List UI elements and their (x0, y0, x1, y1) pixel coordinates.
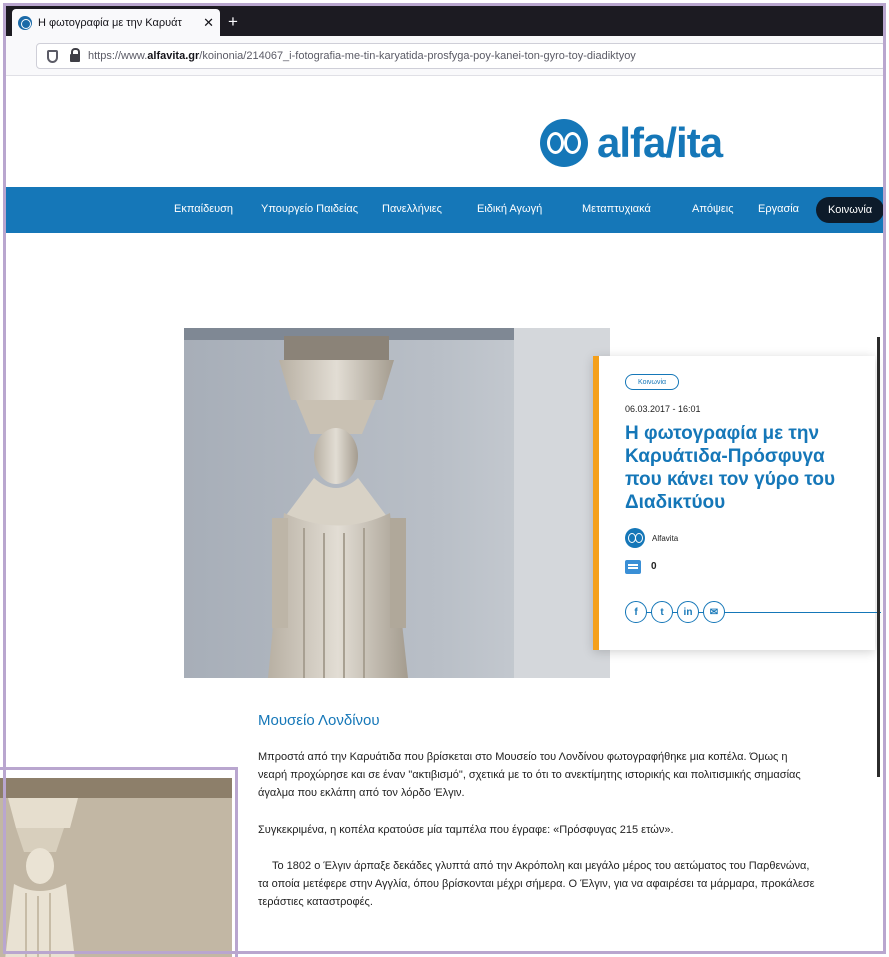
site-logo[interactable]: alfa/ita (540, 119, 723, 167)
author-avatar-icon[interactable] (625, 528, 645, 548)
close-tab-icon[interactable]: ✕ (203, 15, 214, 31)
main-navigation: Εκπαίδευση Υπουργείο Παιδείας Πανελλήνιε… (6, 187, 886, 233)
tab-title: Η φωτογραφία με την Καρυάτ (38, 16, 182, 29)
browser-tab[interactable]: Η φωτογραφία με την Καρυάτ ✕ (12, 9, 220, 36)
caryatid-photo (184, 328, 610, 678)
linkedin-share-icon[interactable]: in (677, 601, 699, 623)
category-badge[interactable]: Κοινωνία (625, 374, 680, 390)
article-paragraph-1: Μπροστά από την Καρυάτιδα που βρίσκεται … (258, 751, 801, 799)
article-header-card: Κοινωνία 06.03.2017 - 16:01 Η φωτογραφία… (593, 356, 881, 650)
logo-text: alfa/ita (597, 119, 723, 166)
site-header: alfa/ita (6, 77, 886, 187)
article-title: Η φωτογραφία με την Καρυάτιδα-Πρόσφυγα π… (625, 423, 836, 513)
nav-item-opinions[interactable]: Απόψεις (692, 203, 734, 215)
comment-icon[interactable] (625, 560, 641, 574)
email-share-icon[interactable]: ✉ (703, 601, 725, 623)
browser-nav-bar: https://www.alfavita.gr/koinonia/214067_… (6, 36, 886, 76)
browser-tab-bar: Η φωτογραφία με την Καρυάτ ✕ + (6, 6, 886, 36)
nav-item-society-active[interactable]: Κοινωνία (816, 197, 885, 223)
article-subheading: Μουσείο Λονδίνου (258, 712, 380, 729)
comment-count: 0 (651, 561, 657, 572)
lock-icon[interactable] (70, 48, 80, 62)
nav-item-panhellenic[interactable]: Πανελλήνιες (382, 203, 442, 215)
nav-item-work[interactable]: Εργασία (758, 203, 799, 215)
tracking-shield-icon[interactable] (47, 49, 58, 63)
owl-eyes-icon (540, 119, 588, 167)
nav-item-postgraduate[interactable]: Μεταπτυχιακά (582, 203, 651, 215)
article-paragraph-2: Συγκεκριμένα, η κοπέλα κρατούσε μία ταμπ… (258, 824, 674, 836)
sidebar-edge (877, 337, 880, 777)
nav-item-special-education[interactable]: Ειδική Αγωγή (477, 203, 542, 215)
article-paragraph-3: Το 1802 ο Έλγιν άρπαξε δεκάδες γλυπτά απ… (258, 860, 815, 908)
nav-item-ministry[interactable]: Υπουργείο Παιδείας (261, 203, 358, 215)
new-tab-button[interactable]: + (228, 12, 238, 32)
nav-item-education[interactable]: Εκπαίδευση (174, 203, 233, 215)
publish-date: 06.03.2017 - 16:01 (625, 404, 701, 414)
url-text: https://www.alfavita.gr/koinonia/214067_… (88, 50, 636, 62)
facebook-share-icon[interactable]: f (625, 601, 647, 623)
site-favicon-icon (18, 15, 32, 30)
author-name[interactable]: Alfavita (652, 534, 678, 543)
twitter-share-icon[interactable]: t (651, 601, 673, 623)
inset-caryatid-photo (0, 767, 238, 957)
address-bar[interactable]: https://www.alfavita.gr/koinonia/214067_… (36, 43, 886, 69)
